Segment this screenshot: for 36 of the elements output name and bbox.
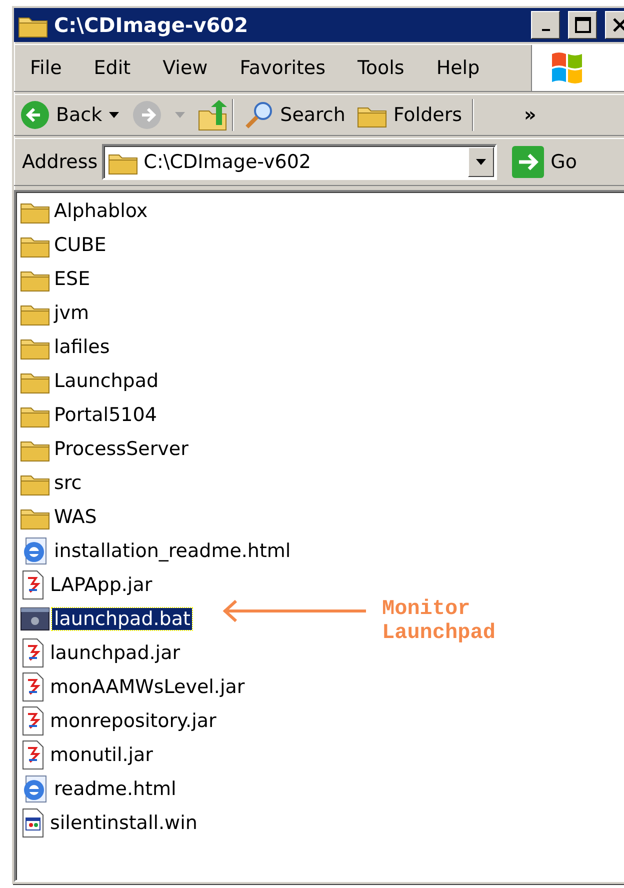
address-text: C:\CDImage-v602 <box>144 151 311 173</box>
file-name[interactable]: ProcessServer <box>52 438 190 460</box>
file-name[interactable]: src <box>52 472 84 494</box>
go-button[interactable]: Go <box>504 142 584 182</box>
address-field[interactable]: C:\CDImage-v602 <box>102 144 497 180</box>
file-name[interactable]: WAS <box>52 506 99 528</box>
menu-item[interactable]: File <box>14 46 78 90</box>
file-name[interactable]: readme.html <box>52 778 178 800</box>
file-name[interactable]: Alphablox <box>52 200 150 222</box>
folders-button[interactable]: Folders <box>351 95 468 135</box>
menu-item[interactable]: View <box>146 46 224 90</box>
menu-item[interactable]: Favorites <box>224 46 342 90</box>
menu-item[interactable]: Tools <box>342 46 420 90</box>
file-name[interactable]: Portal5104 <box>52 404 159 426</box>
file-name[interactable]: LAPApp.jar <box>48 574 154 596</box>
file-name[interactable]: jvm <box>52 302 92 324</box>
file-name[interactable]: launchpad.bat <box>52 608 192 630</box>
annotation-text: Launchpad <box>382 622 496 646</box>
address-label: Address <box>21 151 99 173</box>
file-name[interactable]: launchpad.jar <box>48 642 182 664</box>
more-button[interactable]: » <box>518 95 542 135</box>
back-button[interactable]: Back <box>14 95 108 135</box>
file-name[interactable]: installation_readme.html <box>52 540 293 562</box>
file-name[interactable]: CUBE <box>52 234 108 256</box>
file-name[interactable]: lafiles <box>52 336 112 358</box>
annotation-text: Monitor <box>382 598 472 622</box>
file-name[interactable]: monrepository.jar <box>48 710 218 732</box>
menu-item[interactable]: Help <box>420 46 496 90</box>
file-name[interactable]: Launchpad <box>52 370 161 392</box>
menu-item[interactable]: Edit <box>78 46 147 90</box>
file-name[interactable]: monutil.jar <box>48 744 155 766</box>
window-title: C:\CDImage-v602 <box>54 13 250 37</box>
file-name[interactable]: silentinstall.win <box>48 812 200 834</box>
search-button[interactable]: Search <box>238 95 352 135</box>
file-name[interactable]: monAAMWsLevel.jar <box>48 676 247 698</box>
file-name[interactable]: ESE <box>52 268 92 290</box>
